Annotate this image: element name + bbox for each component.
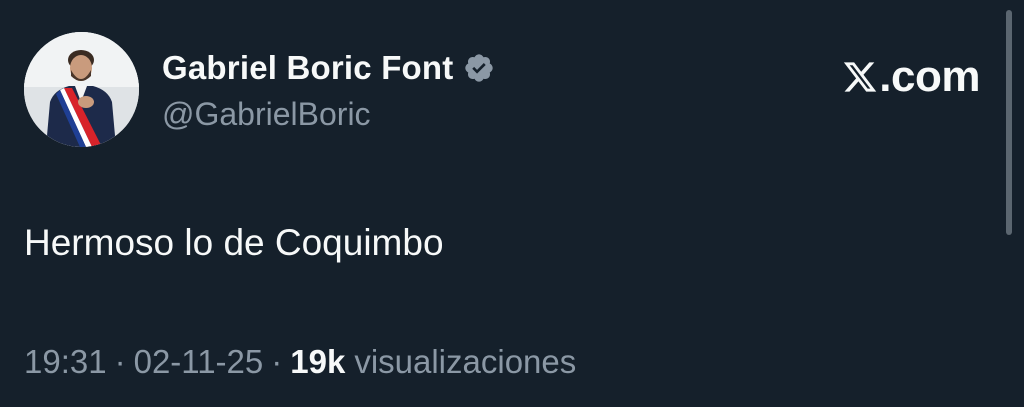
tweet-date[interactable]: 02-11-25	[134, 343, 264, 381]
author-handle[interactable]: @GabrielBoric	[162, 96, 371, 133]
tweet-card: Gabriel Boric Font @GabrielBoric .com He…	[0, 0, 1024, 407]
scrollbar[interactable]	[1006, 10, 1012, 235]
meta-separator: ·	[271, 343, 283, 380]
avatar[interactable]	[24, 32, 139, 147]
author-display-name[interactable]: Gabriel Boric Font	[162, 49, 453, 87]
tweet-text: Hermoso lo de Coquimbo	[24, 222, 444, 263]
tweet-time[interactable]: 19:31	[24, 343, 107, 381]
profile-photo	[24, 32, 139, 147]
tweet-meta: 19:31 · 02-11-25 · 19k visualizaciones	[24, 343, 576, 381]
site-badge: .com	[842, 52, 980, 102]
verified-badge-icon	[463, 52, 495, 84]
site-domain-text: .com	[879, 52, 980, 101]
x-logo-icon	[842, 59, 878, 95]
views-count: 19k	[290, 343, 346, 380]
author-name-row: Gabriel Boric Font	[162, 48, 495, 88]
meta-separator: ·	[114, 343, 126, 380]
views-label: visualizaciones	[354, 343, 577, 380]
